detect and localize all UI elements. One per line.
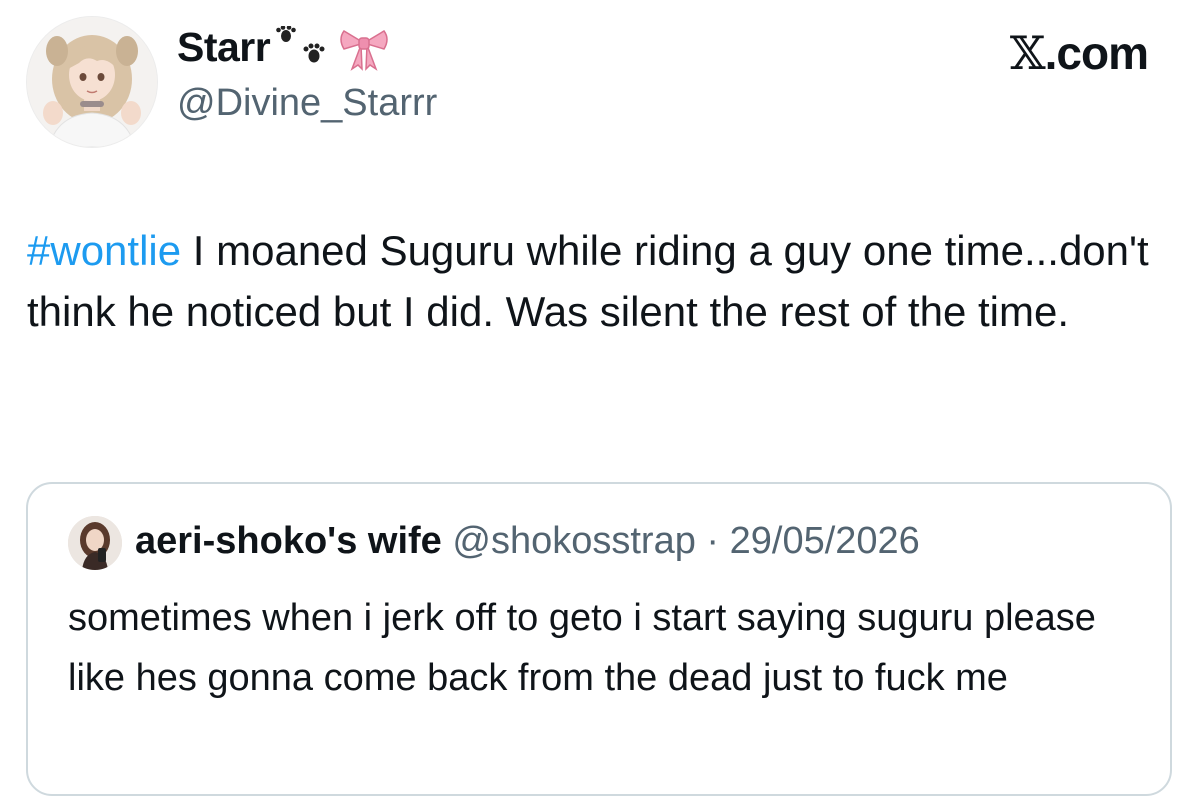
quoted-tweet-text: sometimes when i jerk off to geto i star…: [68, 597, 1096, 699]
quoted-avatar-illustration: [68, 516, 122, 570]
hashtag-link[interactable]: #wontlie: [27, 227, 181, 274]
x-com-brand: 𝕏.com: [1009, 26, 1149, 80]
author-name-row: Starr: [177, 24, 390, 71]
quoted-handle[interactable]: @shokosstrap: [452, 520, 695, 562]
paw-prints-icon: [276, 25, 332, 70]
ribbon-bow-icon: [338, 25, 390, 71]
author-avatar[interactable]: [26, 16, 158, 148]
quoted-date[interactable]: 29/05/2026: [730, 520, 920, 562]
quoted-tweet-header: aeri-shoko's wife @shokosstrap · 29/05/2…: [135, 520, 920, 563]
quoted-display-name[interactable]: aeri-shoko's wife: [135, 520, 442, 562]
x-logo-icon: 𝕏: [1009, 26, 1046, 80]
meta-separator: ·: [695, 520, 730, 562]
quoted-tweet-card[interactable]: aeri-shoko's wife @shokosstrap · 29/05/2…: [26, 482, 1172, 796]
quoted-author-avatar[interactable]: [68, 516, 122, 570]
author-display-name[interactable]: Starr: [177, 24, 271, 71]
avatar-illustration: [27, 17, 157, 147]
author-handle[interactable]: @Divine_Starrr: [177, 82, 437, 125]
brand-suffix: .com: [1044, 27, 1149, 79]
tweet-text: #wontlie I moaned Suguru while riding a …: [27, 220, 1157, 342]
tweet-body: I moaned Suguru while riding a guy one t…: [27, 227, 1149, 335]
